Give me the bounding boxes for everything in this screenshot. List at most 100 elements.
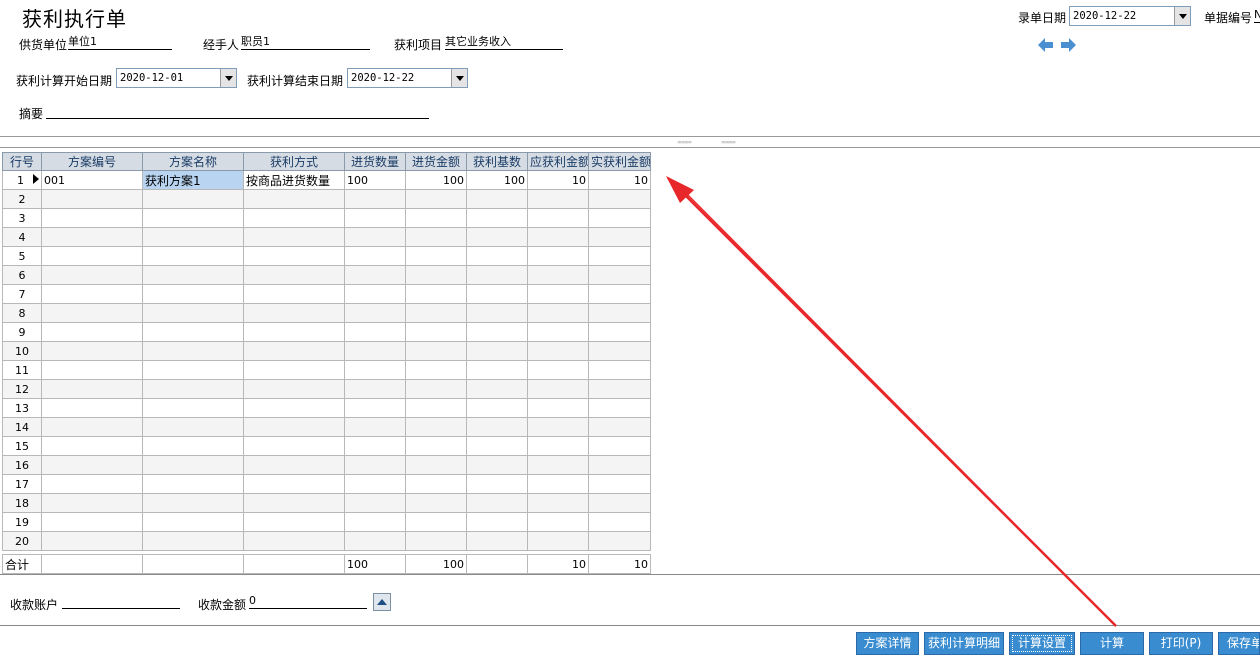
grid-cell-method[interactable] [243,284,345,304]
table-row[interactable]: 8 [2,303,651,323]
grid-cell-due[interactable] [527,474,589,494]
grid-cell-scheme-code[interactable] [41,455,143,475]
grid-cell-qty[interactable] [344,322,406,342]
grid-cell-base[interactable] [466,284,528,304]
grid-cell-method[interactable] [243,246,345,266]
grid-cell-base[interactable] [466,379,528,399]
grid-cell-due[interactable] [527,189,589,209]
grid-cell-qty[interactable] [344,284,406,304]
grid-cell-actual[interactable] [588,417,651,437]
grid-cell-due[interactable] [527,455,589,475]
profit-detail-button[interactable]: 获利计算明细 [924,632,1004,655]
grid-cell-qty[interactable] [344,379,406,399]
table-row[interactable]: 10 [2,341,651,361]
grid-cell-amount[interactable] [405,303,467,323]
col-header[interactable]: 方案编号 [41,152,143,171]
grid-cell-amount[interactable] [405,417,467,437]
grid-cell-amount[interactable] [405,398,467,418]
grid-cell-base[interactable] [466,265,528,285]
grid-cell-due[interactable]: 10 [527,170,589,190]
grid-cell-base[interactable] [466,360,528,380]
grid-cell-qty[interactable] [344,512,406,532]
row-number[interactable]: 19 [2,512,42,532]
table-row[interactable]: 16 [2,455,651,475]
grid-cell-qty[interactable] [344,436,406,456]
grid-cell-base[interactable] [466,341,528,361]
grid-cell-base[interactable] [466,493,528,513]
amount-field[interactable]: 0 [249,594,367,609]
grid-cell-base[interactable] [466,227,528,247]
grid-cell-qty[interactable] [344,208,406,228]
grid-cell-method[interactable] [243,455,345,475]
grid-cell-qty[interactable] [344,360,406,380]
grid-cell-base[interactable] [466,208,528,228]
row-number[interactable]: 20 [2,531,42,551]
grid-cell-scheme-code[interactable] [41,189,143,209]
table-row[interactable]: 1 001 获利方案1 按商品进货数量 100 100 100 10 10 [2,170,651,190]
row-number[interactable]: 10 [2,341,42,361]
grid-cell-base[interactable] [466,474,528,494]
grid-cell-qty[interactable] [344,493,406,513]
grid-cell-scheme-code[interactable] [41,360,143,380]
table-row[interactable]: 6 [2,265,651,285]
grid-cell-due[interactable] [527,284,589,304]
grid-cell-due[interactable] [527,246,589,266]
grid-cell-amount[interactable] [405,322,467,342]
grid-cell-actual[interactable] [588,227,651,247]
grid-cell-qty[interactable] [344,246,406,266]
grid-cell-scheme-name[interactable] [142,360,244,380]
row-number[interactable]: 12 [2,379,42,399]
calc-settings-button[interactable]: 计算设置 [1009,632,1075,655]
table-row[interactable]: 17 [2,474,651,494]
grid-cell-scheme-code[interactable] [41,265,143,285]
grid-cell-actual[interactable] [588,246,651,266]
grid-cell-base[interactable] [466,436,528,456]
grid-cell-scheme-name[interactable]: 获利方案1 [142,170,244,190]
grid-cell-actual[interactable] [588,436,651,456]
print-button[interactable]: 打印(P) [1149,632,1213,655]
table-row[interactable]: 13 [2,398,651,418]
grid-cell-method[interactable] [243,341,345,361]
grid-cell-scheme-name[interactable] [142,417,244,437]
grid-cell-amount[interactable] [405,208,467,228]
grid-cell-base[interactable] [466,417,528,437]
col-header[interactable]: 进货金额 [405,152,467,171]
col-header[interactable]: 应获利金额 [527,152,589,171]
scheme-detail-button[interactable]: 方案详情 [856,632,919,655]
grid-cell-base[interactable] [466,322,528,342]
chevron-down-icon[interactable] [451,69,467,87]
grid-cell-amount[interactable] [405,189,467,209]
grid-cell-amount[interactable] [405,265,467,285]
grid-cell-actual[interactable] [588,474,651,494]
table-row[interactable]: 19 [2,512,651,532]
grid-cell-method[interactable] [243,474,345,494]
table-row[interactable]: 20 [2,531,651,551]
grid-cell-scheme-name[interactable] [142,474,244,494]
table-row[interactable]: 2 [2,189,651,209]
grid-cell-due[interactable] [527,322,589,342]
grid-cell-method[interactable] [243,303,345,323]
grid-cell-qty[interactable] [344,227,406,247]
grid-cell-qty[interactable] [344,398,406,418]
col-header[interactable]: 实获利金额 [588,152,651,171]
grid-cell-due[interactable] [527,398,589,418]
grid-cell-method[interactable] [243,379,345,399]
grid-cell-method[interactable] [243,360,345,380]
grid-cell-qty[interactable]: 100 [344,170,406,190]
row-number[interactable]: 16 [2,455,42,475]
col-header[interactable]: 行号 [2,152,42,171]
grid-cell-actual[interactable] [588,493,651,513]
grid-cell-actual[interactable] [588,322,651,342]
grid-cell-qty[interactable] [344,417,406,437]
start-date-select[interactable]: 2020-12-01 [116,68,237,88]
grid-cell-method[interactable] [243,189,345,209]
grid-cell-due[interactable] [527,531,589,551]
grid-cell-actual[interactable] [588,531,651,551]
grid-cell-scheme-code[interactable] [41,531,143,551]
grid-cell-due[interactable] [527,379,589,399]
table-row[interactable]: 5 [2,246,651,266]
profit-grid[interactable]: 行号 方案编号 方案名称 获利方式 进货数量 进货金额 获利基数 应获利金额 实… [2,152,651,551]
grid-cell-amount[interactable] [405,341,467,361]
grid-cell-base[interactable]: 100 [466,170,528,190]
table-row[interactable]: 15 [2,436,651,456]
